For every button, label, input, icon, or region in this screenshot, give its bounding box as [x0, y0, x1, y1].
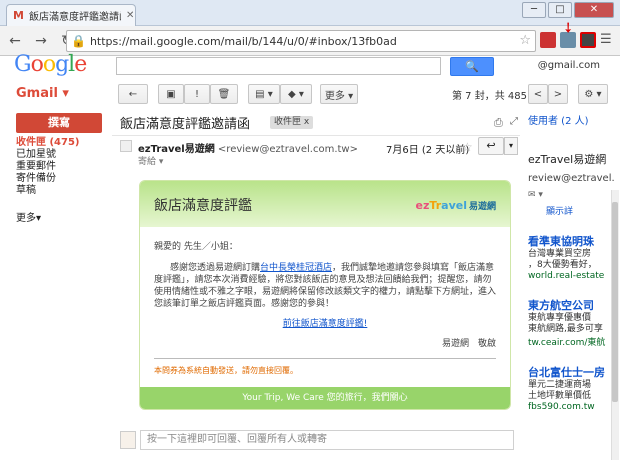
- archive-button[interactable]: ▣: [158, 84, 184, 104]
- auto-notice: 本問券為系統自動發送，請勿直接回覆。: [154, 366, 298, 375]
- ad-desc: 土地坪數單價低: [528, 391, 592, 401]
- minimize-button[interactable]: ─: [522, 2, 546, 18]
- mail-search-input[interactable]: [116, 57, 441, 75]
- show-details-link[interactable]: 顯示詳: [528, 204, 620, 217]
- gmail-m-icon: M: [13, 9, 24, 22]
- menu-icon[interactable]: ☰: [600, 32, 616, 48]
- recipient-label: 寄給: [138, 157, 157, 167]
- ad-url: fbs590.com.tw: [528, 402, 595, 412]
- hotel-link[interactable]: 台中長榮桂冠酒店: [260, 263, 332, 273]
- reply-more-button[interactable]: ▾: [504, 137, 518, 155]
- nav-important[interactable]: 重要郵件: [16, 161, 106, 173]
- inbox-label-chip[interactable]: 收件匣 x: [270, 116, 314, 129]
- move-to-button[interactable]: ▤ ▾: [248, 84, 280, 104]
- nav-starred[interactable]: 已加星號: [16, 149, 106, 161]
- tab-close-icon[interactable]: ✕: [126, 10, 134, 21]
- back-arrow-icon[interactable]: ←: [4, 30, 26, 52]
- message-date: 7月6日 (2 天以前): [386, 145, 470, 156]
- user-avatar: [120, 431, 136, 449]
- ad-title[interactable]: 看準東協明珠: [528, 233, 620, 249]
- divider: [112, 135, 520, 136]
- google-logo[interactable]: Google: [14, 52, 87, 77]
- account-email[interactable]: @gmail.com: [538, 60, 600, 71]
- ad-desc: 東航網路,最多可享: [528, 324, 603, 334]
- sender-avatar: [120, 140, 132, 152]
- nav-more[interactable]: 更多▾: [16, 209, 41, 224]
- next-message-button[interactable]: >: [548, 84, 568, 104]
- settings-button[interactable]: ⚙ ▾: [578, 84, 608, 104]
- report-spam-button[interactable]: !: [184, 84, 210, 104]
- gmail-menu[interactable]: Gmail ▾: [16, 86, 69, 101]
- search-button[interactable]: 🔍: [450, 57, 494, 76]
- page-info: 第 7 封，共 485 封: [452, 91, 541, 102]
- nav-drafts[interactable]: 草稿: [16, 185, 106, 197]
- ad-url: world.real-estate: [528, 271, 605, 281]
- extension-icon-3[interactable]: [580, 32, 596, 48]
- labels-button[interactable]: ◆ ▾: [280, 84, 312, 104]
- mail-icon[interactable]: ✉ ▾: [528, 190, 620, 200]
- contact-email: review@eztravel.: [528, 173, 615, 184]
- ad-desc: 單元二捷運商場: [528, 380, 592, 390]
- greeting: 親愛的 先生／小姐：: [154, 242, 238, 252]
- right-sidebar: 使用者 (2 人) ezTravel易遊網 review@eztravel. ✉…: [528, 112, 620, 461]
- ad-desc: ，8大優勢看好，: [528, 260, 597, 270]
- nav-sent[interactable]: 寄件備份: [16, 173, 106, 185]
- ad-desc: 東航專享優惠價: [528, 313, 592, 323]
- close-window-button[interactable]: ✕: [574, 2, 614, 18]
- ad-title[interactable]: 東方航空公司: [528, 297, 620, 313]
- sender-email: <review@eztravel.com.tw>: [217, 144, 358, 155]
- url-text: https://mail.google.com/mail/b/144/u/0/#…: [89, 34, 397, 48]
- lock-icon: 🔒: [71, 34, 86, 48]
- reply-button[interactable]: ↩: [478, 137, 504, 155]
- ad-title[interactable]: 台北富仕士一房: [528, 364, 620, 380]
- card-header: 飯店滿意度評鑑 ezTravel 易遊網: [140, 181, 510, 227]
- delete-button[interactable]: 🗑: [210, 84, 238, 104]
- tab-title: 飯店滿意度評鑑邀請函 -: [28, 12, 121, 23]
- survey-link[interactable]: 前往飯店滿意度評鑑!: [154, 318, 496, 330]
- browser-tab[interactable]: M 飯店滿意度評鑑邀請函 - ✕: [6, 4, 136, 26]
- new-window-icon[interactable]: ⤢: [510, 116, 518, 127]
- contact-name: ezTravel易遊網: [528, 153, 607, 166]
- forward-arrow-icon[interactable]: →: [30, 30, 52, 52]
- bookmark-star-icon[interactable]: ☆: [519, 33, 531, 48]
- message-subject: 飯店滿意度評鑑邀請函: [120, 117, 251, 132]
- ad-desc: 台灣專業買空房: [528, 249, 592, 259]
- divider: [154, 358, 496, 359]
- maximize-button[interactable]: □: [548, 2, 572, 18]
- label-text: 收件匣: [274, 117, 302, 127]
- mail-folders: 收件匣 (475) 已加星號 重要郵件 寄件備份 草稿: [16, 137, 106, 197]
- people-count-link[interactable]: 使用者 (2 人): [528, 112, 620, 127]
- print-icon[interactable]: ⎙: [494, 116, 503, 130]
- sender-line: ezTravel易遊網 <review@eztravel.com.tw>: [138, 140, 358, 155]
- recipient-line[interactable]: 寄給 ▾: [138, 154, 163, 167]
- back-to-inbox-button[interactable]: ←: [118, 84, 148, 104]
- reply-input[interactable]: 按一下這裡即可回覆、回覆所有人或轉寄: [140, 430, 514, 450]
- remove-label-icon[interactable]: x: [304, 117, 309, 127]
- sponsored-ad[interactable]: 台北富仕士一房 單元二捷運商場 土地坪數單價低 fbs590.com.tw: [528, 364, 620, 412]
- extension-icon-1[interactable]: [540, 32, 556, 48]
- sponsored-ad[interactable]: 看準東協明珠 台灣專業買空房 ，8大優勢看好， world.real-estat…: [528, 233, 620, 281]
- card-footer: Your Trip, We Care 您的旅行，我們關心: [140, 387, 510, 409]
- browser-titlebar: M 飯店滿意度評鑑邀請函 - ✕ ─ □ ✕: [0, 0, 620, 26]
- sponsored-ad[interactable]: 東方航空公司 東航專享優惠價 東航網路,最多可享 tw.ceair.com/東航: [528, 297, 620, 348]
- signature: 易遊網 敬啟: [441, 339, 496, 349]
- nav-inbox[interactable]: 收件匣 (475): [16, 137, 106, 149]
- card-body: 親愛的 先生／小姐： 感謝您透過易遊網訂購台中長榮桂冠酒店，我們誠摯地邀請您參與…: [140, 227, 510, 377]
- compose-button[interactable]: 撰寫: [16, 113, 102, 133]
- window-controls: ─ □ ✕: [522, 2, 614, 18]
- address-bar[interactable]: 🔒 https://mail.google.com/mail/b/144/u/0…: [66, 30, 536, 52]
- scrollbar-thumb[interactable]: [612, 202, 618, 402]
- more-actions-button[interactable]: 更多 ▾: [320, 84, 358, 104]
- ad-url: tw.ceair.com/東航: [528, 338, 606, 348]
- card-title: 飯店滿意度評鑑: [154, 198, 252, 214]
- prev-message-button[interactable]: <: [528, 84, 548, 104]
- star-icon[interactable]: ☆: [462, 140, 473, 154]
- body-paragraph: 感謝您透過易遊網訂購台中長榮桂冠酒店，我們誠摯地邀請您參與填寫「飯店滿意度評鑑」…: [154, 263, 497, 309]
- email-body-card: 飯店滿意度評鑑 ezTravel 易遊網 親愛的 先生／小姐： 感謝您透過易遊網訂…: [139, 180, 511, 410]
- eztravel-logo: ezTravel 易遊網: [415, 199, 496, 212]
